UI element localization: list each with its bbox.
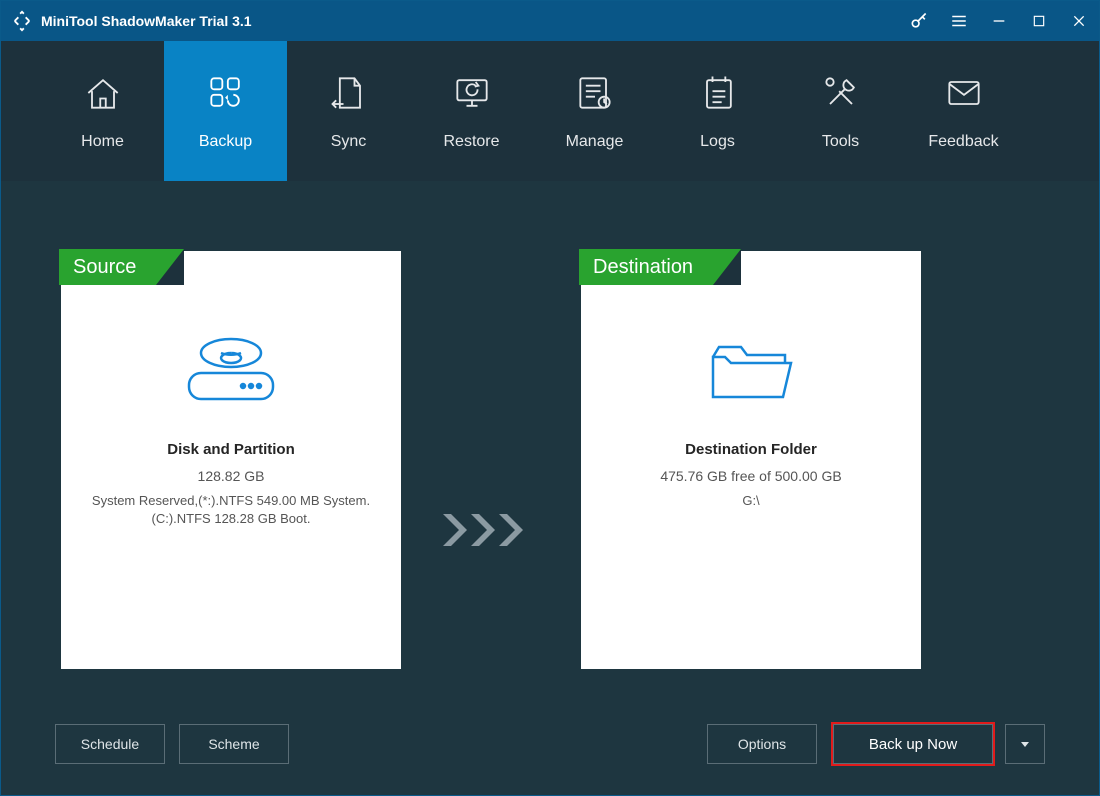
arrows-icon [441,510,541,550]
nav-label: Restore [443,133,499,151]
manage-icon [573,71,617,115]
destination-header: Destination [579,249,713,285]
logs-icon [696,71,740,115]
tools-icon [819,71,863,115]
destination-size: 475.76 GB free of 500.00 GB [660,468,841,484]
app-title: MiniTool ShadowMaker Trial 3.1 [41,13,252,29]
nav-label: Sync [331,133,367,151]
source-title: Disk and Partition [167,441,295,458]
feedback-icon [942,71,986,115]
nav-label: Manage [566,133,624,151]
title-bar: MiniTool ShadowMaker Trial 3.1 [1,1,1099,41]
scheme-button[interactable]: Scheme [179,724,289,764]
backup-now-dropdown[interactable] [1005,724,1045,764]
backup-now-button[interactable]: Back up Now [833,724,993,764]
nav-label: Backup [199,133,252,151]
home-icon [81,71,125,115]
content-area: Source Disk and Partition 128.82 GB Syst… [1,181,1099,669]
options-button[interactable]: Options [707,724,817,764]
source-card[interactable]: Source Disk and Partition 128.82 GB Syst… [61,251,401,669]
app-logo-icon [11,10,33,32]
nav-logs[interactable]: Logs [656,41,779,181]
folder-icon [701,331,801,411]
top-nav: Home Backup Sync Restore [1,41,1099,181]
menu-icon[interactable] [939,1,979,41]
footer-bar: Schedule Scheme Options Back up Now [0,722,1100,766]
nav-label: Tools [822,133,859,151]
nav-manage[interactable]: Manage [533,41,656,181]
backup-now-highlight: Back up Now [831,722,995,766]
nav-tools[interactable]: Tools [779,41,902,181]
nav-restore[interactable]: Restore [410,41,533,181]
nav-feedback[interactable]: Feedback [902,41,1025,181]
close-button[interactable] [1059,1,1099,41]
backup-icon [204,71,248,115]
key-icon[interactable] [899,1,939,41]
destination-details: G:\ [724,492,777,510]
nav-label: Home [81,133,124,151]
source-header: Source [59,249,156,285]
nav-label: Logs [700,133,735,151]
maximize-button[interactable] [1019,1,1059,41]
source-details: System Reserved,(*:).NTFS 549.00 MB Syst… [74,492,388,528]
schedule-button[interactable]: Schedule [55,724,165,764]
destination-title: Destination Folder [685,441,817,458]
nav-home[interactable]: Home [41,41,164,181]
nav-sync[interactable]: Sync [287,41,410,181]
nav-backup[interactable]: Backup [164,41,287,181]
destination-card[interactable]: Destination Destination Folder 475.76 GB… [581,251,921,669]
minimize-button[interactable] [979,1,1019,41]
source-size: 128.82 GB [198,468,265,484]
nav-label: Feedback [928,133,998,151]
sync-icon [327,71,371,115]
disk-icon [181,331,281,411]
restore-icon [450,71,494,115]
